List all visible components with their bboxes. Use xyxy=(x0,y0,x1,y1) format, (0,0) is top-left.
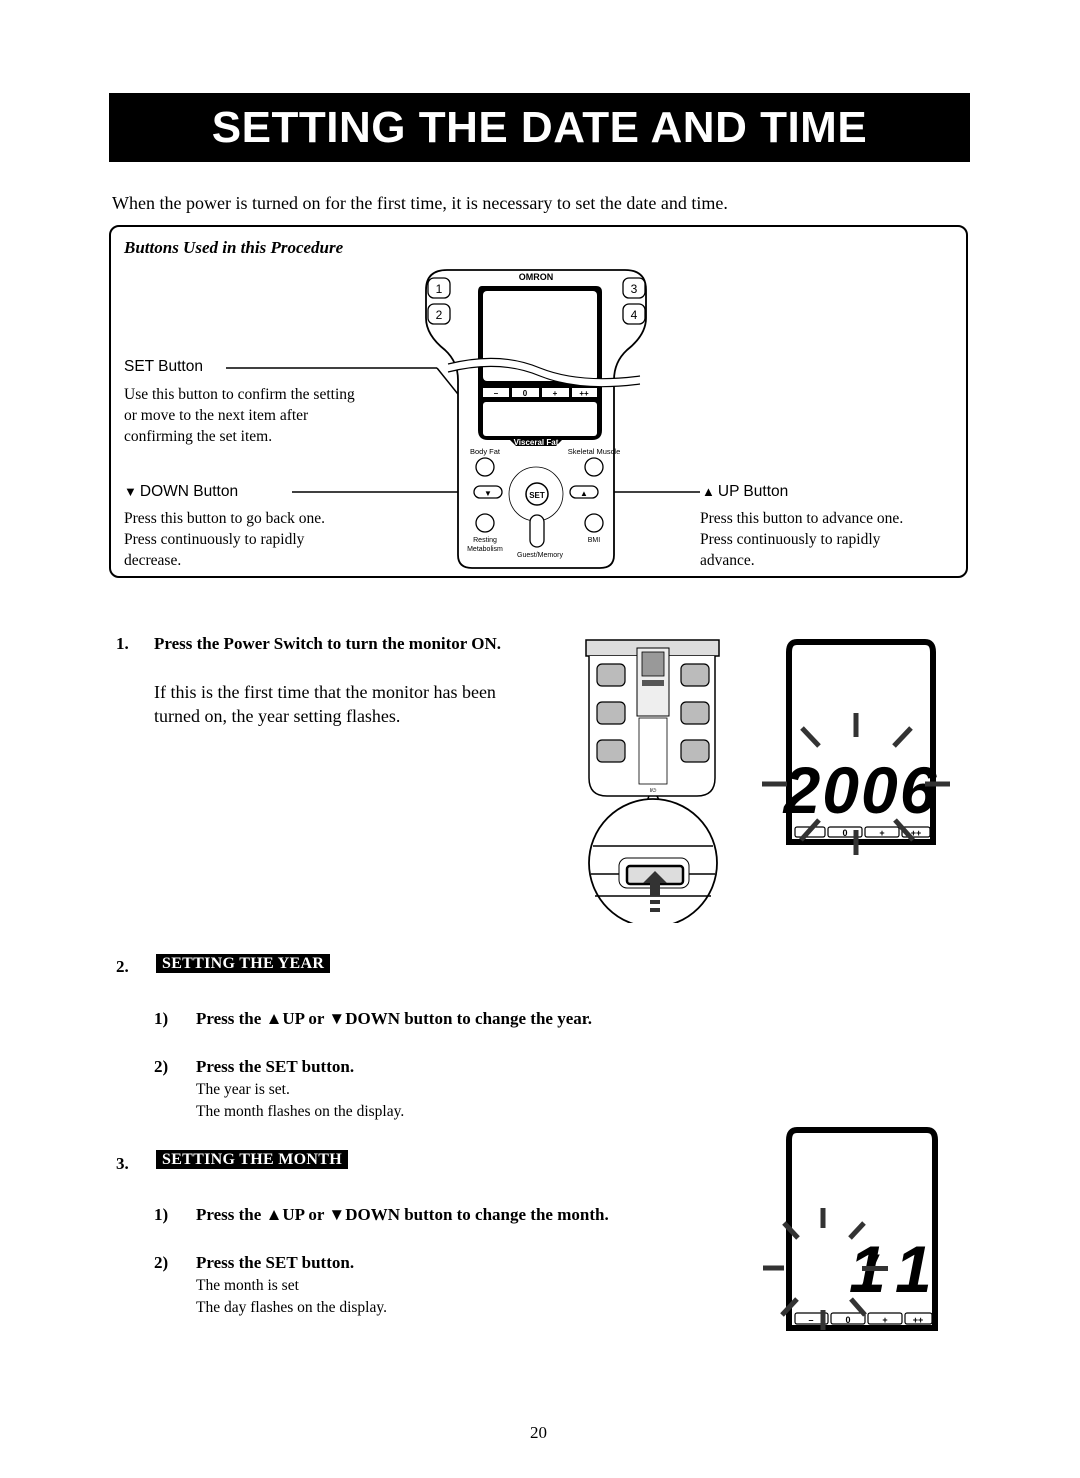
note-line: The year is set. xyxy=(196,1081,290,1098)
note-line: The month is set xyxy=(196,1277,299,1294)
step-1-body: If this is the first time that the monit… xyxy=(154,680,496,728)
step-3-number: 3. xyxy=(116,1154,129,1173)
svg-text:0: 0 xyxy=(842,828,847,838)
substep-number: 1) xyxy=(154,1009,169,1028)
note-line: The day flashes on the display. xyxy=(196,1299,387,1316)
scale-illustration: I/⏻ xyxy=(585,639,720,923)
triangle-down-icon: ▼ xyxy=(328,1009,346,1028)
svg-text:▲: ▲ xyxy=(580,489,588,498)
svg-text:Visceral Fat: Visceral Fat xyxy=(514,438,559,447)
body-fat-key xyxy=(475,457,495,477)
body-line: turned on, the year setting flashes. xyxy=(154,706,401,726)
substep-change-year: Press the ▲UP or ▼DOWN button to change … xyxy=(196,1009,593,1028)
svg-text:BMI: BMI xyxy=(588,537,601,544)
triangle-down-icon: ▼ xyxy=(328,1205,346,1224)
user-key-2-label: 2 xyxy=(436,308,443,322)
substep-change-month: Press the ▲UP or ▼DOWN button to change … xyxy=(196,1205,609,1224)
svg-text:Guest/Memory: Guest/Memory xyxy=(517,552,563,559)
svg-text:+: + xyxy=(882,1315,887,1325)
device-illustration: OMRON 1 2 3 4 – 0 + ++ Visceral Fat Body… xyxy=(226,269,700,569)
user-key-3-label: 3 xyxy=(631,282,638,296)
skeletal-muscle-key xyxy=(584,457,604,477)
substep-press-set: Press the SET button. xyxy=(196,1253,355,1272)
user-key-4-label: 4 xyxy=(631,308,638,322)
page-number: 20 xyxy=(530,1423,547,1442)
section-setting-year: SETTING THE YEAR xyxy=(156,954,331,973)
svg-text:Skeletal Muscle: Skeletal Muscle xyxy=(568,447,621,456)
svg-text:Body Fat: Body Fat xyxy=(470,447,501,456)
triangle-up-icon: ▲ xyxy=(265,1009,283,1028)
year-value: 2006 xyxy=(782,753,939,827)
svg-text:SET: SET xyxy=(529,491,545,500)
body-line: If this is the first time that the monit… xyxy=(154,682,496,702)
bmi-key xyxy=(584,513,604,533)
substep-number: 2) xyxy=(154,1253,169,1272)
substep-notes: The year is set. The month flashes on th… xyxy=(196,1079,404,1123)
step-2-number: 2. xyxy=(116,957,129,976)
svg-text:–: – xyxy=(494,389,499,398)
year-display: 0 + ++ 2006 xyxy=(762,639,950,855)
svg-text:Metabolism: Metabolism xyxy=(467,546,503,553)
svg-text:–: – xyxy=(808,1315,813,1325)
month-dash xyxy=(862,1266,888,1271)
svg-text:Resting: Resting xyxy=(473,537,497,544)
svg-text:0: 0 xyxy=(845,1315,850,1325)
triangle-up-icon: ▲ xyxy=(265,1205,283,1224)
guest-memory-key xyxy=(529,514,545,548)
power-label: I/⏻ xyxy=(650,788,657,794)
svg-text:+: + xyxy=(879,828,884,838)
svg-text:▼: ▼ xyxy=(484,489,492,498)
svg-text:++: ++ xyxy=(913,1315,924,1325)
step-1-heading: Press the Power Switch to turn the monit… xyxy=(154,634,502,653)
substep-number: 2) xyxy=(154,1057,169,1076)
note-line: The month flashes on the display. xyxy=(196,1103,405,1120)
user-key-1-label: 1 xyxy=(436,282,443,296)
svg-text:0: 0 xyxy=(523,389,528,398)
section-setting-month: SETTING THE MONTH xyxy=(156,1150,348,1169)
resting-metabolism-key xyxy=(475,513,495,533)
device-brand: OMRON xyxy=(519,272,554,282)
step-1-number: 1. xyxy=(116,634,129,653)
svg-text:+: + xyxy=(553,389,558,398)
svg-text:++: ++ xyxy=(579,389,589,398)
substep-notes: The month is set The day flashes on the … xyxy=(196,1275,387,1319)
month-display: – 0 + ++ 1 / 1 xyxy=(763,1127,938,1331)
substep-number: 1) xyxy=(154,1205,169,1224)
substep-press-set: Press the SET button. xyxy=(196,1057,355,1076)
day-digit: 1 xyxy=(895,1232,932,1306)
